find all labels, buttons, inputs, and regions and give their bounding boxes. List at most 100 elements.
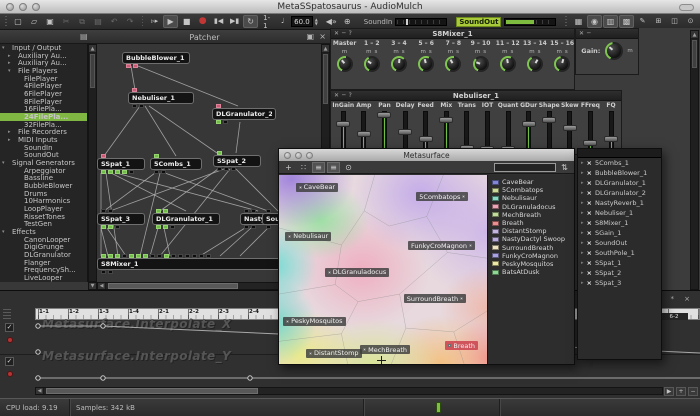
expand-arrow-icon[interactable]: ▸ <box>581 270 584 276</box>
output-port[interactable] <box>244 225 249 229</box>
channel-solo-button[interactable]: s <box>538 49 541 55</box>
expand-arrow-icon[interactable]: ▾ <box>2 160 7 166</box>
envelope-point[interactable] <box>36 324 40 328</box>
input-port[interactable] <box>108 209 113 213</box>
remove-contraption-icon[interactable]: × <box>587 250 592 257</box>
scroll-up-icon[interactable]: ▲ <box>691 31 698 39</box>
patcher-node[interactable]: Nebuliser_1 <box>128 92 194 104</box>
snapshot-tag[interactable]: SurroundBreath <box>404 294 466 303</box>
patcher-hscroll-thumb[interactable] <box>108 283 238 289</box>
expand-arrow-icon[interactable]: ▸ <box>581 280 584 286</box>
network-button[interactable]: ⊕ <box>340 15 355 28</box>
contraption-row[interactable]: ▸×NastyReverb_1 <box>578 198 661 208</box>
output-port[interactable] <box>132 104 137 108</box>
go-to-end-button[interactable]: ▶▮ <box>227 15 242 28</box>
close-panel-icon[interactable]: ✕ <box>334 31 339 37</box>
show-patcher-button[interactable]: ▦ <box>571 15 586 28</box>
output-port[interactable] <box>101 170 106 174</box>
slider-handle[interactable] <box>563 125 577 131</box>
input-port[interactable] <box>217 151 222 155</box>
channel-knob[interactable] <box>554 56 570 72</box>
expand-arrow-icon[interactable]: ▸ <box>581 190 584 196</box>
remove-contraption-icon[interactable]: × <box>587 210 592 217</box>
contraption-row[interactable]: ▸×SoundOut <box>578 238 661 248</box>
scroll-up-icon[interactable]: ▲ <box>89 45 96 53</box>
scroll-down-icon[interactable]: ▼ <box>88 282 97 290</box>
channel-mute-button[interactable]: m <box>366 49 371 55</box>
output-port[interactable] <box>217 167 222 171</box>
snap-grid-button[interactable]: ⊞ <box>651 15 666 28</box>
zoom-window-button[interactable] <box>306 152 313 159</box>
input-port[interactable] <box>171 254 176 258</box>
input-port[interactable] <box>216 104 221 108</box>
new-document-button[interactable]: ▢ <box>11 15 26 28</box>
output-port[interactable] <box>154 170 159 174</box>
snapshot-list-item[interactable]: CaveBear <box>488 178 574 186</box>
channel-mute-button[interactable]: m <box>475 49 480 55</box>
lane-y-record-button[interactable] <box>7 371 13 377</box>
scroll-left-icon[interactable]: ◀ <box>98 283 106 289</box>
input-port[interactable] <box>129 254 134 258</box>
slider-track[interactable] <box>588 111 593 152</box>
tree-item[interactable]: 24FilePla... <box>0 113 87 121</box>
effect-slider[interactable]: Pan <box>374 102 395 154</box>
input-port[interactable] <box>154 154 159 158</box>
tree-item[interactable]: Arpeggiator <box>0 167 87 175</box>
output-port[interactable] <box>161 170 166 174</box>
slider-track[interactable] <box>464 111 469 152</box>
soundout-meter[interactable] <box>504 18 556 26</box>
metronome-icon[interactable]: ♩ <box>275 15 290 28</box>
add-snapshot-button[interactable]: + <box>282 162 295 173</box>
audio-on-button[interactable]: ◀» <box>324 15 339 28</box>
contraption-row[interactable]: ▸×BubbleBlower_1 <box>578 168 661 178</box>
remove-contraption-icon[interactable]: × <box>587 280 592 287</box>
snapshot-tag[interactable]: MechBreath <box>360 345 410 354</box>
contraption-row[interactable]: ▸×SGain_1 <box>578 228 661 238</box>
input-port[interactable] <box>244 209 249 213</box>
input-port[interactable] <box>199 254 204 258</box>
snapshot-tag[interactable]: DistantStomp <box>306 349 362 358</box>
input-port[interactable] <box>156 209 161 213</box>
tree-item[interactable]: LoopPlayer <box>0 205 87 213</box>
input-port[interactable] <box>122 254 127 258</box>
effect-titlebar[interactable]: ✕ ─ ? Nebuliser_1 <box>331 91 621 101</box>
output-port[interactable] <box>126 64 131 68</box>
tree-item[interactable]: ▾Input / Output <box>0 44 87 52</box>
automation-close-icon[interactable]: × <box>684 295 690 303</box>
tree-item[interactable]: Flanger <box>0 259 87 267</box>
output-port[interactable] <box>108 170 113 174</box>
snapshot-list-item[interactable]: 5Combatops <box>488 186 574 194</box>
grid-view-button[interactable]: ∷ <box>297 162 310 173</box>
snapshot-list-item[interactable]: BatsAtDusk <box>488 268 574 276</box>
output-port[interactable] <box>133 64 138 68</box>
input-port[interactable] <box>206 254 211 258</box>
contraptions-titlebar[interactable] <box>578 149 661 158</box>
effect-slider[interactable]: Mix <box>436 102 457 154</box>
tree-item[interactable]: ▸MIDI Inputs <box>0 136 87 144</box>
slider-handle[interactable] <box>357 131 371 137</box>
redo-button[interactable]: ↷ <box>123 15 138 28</box>
envelope-point[interactable] <box>101 376 105 380</box>
output-port[interactable] <box>156 225 161 229</box>
patcher-node[interactable]: SSpat_3 <box>97 213 145 225</box>
snapshot-tag[interactable]: DLGranuladocus <box>325 268 390 277</box>
snapshot-tag[interactable]: PeskyMosquitos <box>283 317 345 326</box>
tree-item[interactable]: Bassline <box>0 174 87 182</box>
zoom-in-button[interactable]: + <box>676 387 686 396</box>
close-window-button[interactable] <box>284 152 291 159</box>
cue-play-button[interactable]: ▹▸ <box>147 15 162 28</box>
input-port[interactable] <box>132 88 137 92</box>
stop-button[interactable]: ■ <box>179 15 194 28</box>
expand-arrow-icon[interactable]: ▸ <box>581 220 584 226</box>
channel-solo-button[interactable]: s <box>510 49 513 55</box>
channel-solo-button[interactable]: s <box>375 49 378 55</box>
slider-track[interactable] <box>526 111 531 152</box>
effect-slider[interactable]: Shape <box>539 102 560 154</box>
channel-mute-button[interactable]: m <box>393 49 398 55</box>
slider-track[interactable] <box>485 111 490 152</box>
snapshot-list-item[interactable]: MechBreath <box>488 211 574 219</box>
show-mixer-button[interactable]: ▥ <box>603 15 618 28</box>
channel-mute-button[interactable]: m <box>448 49 453 55</box>
tree-item[interactable]: DLGranulator <box>0 251 87 259</box>
input-port[interactable] <box>115 254 120 258</box>
